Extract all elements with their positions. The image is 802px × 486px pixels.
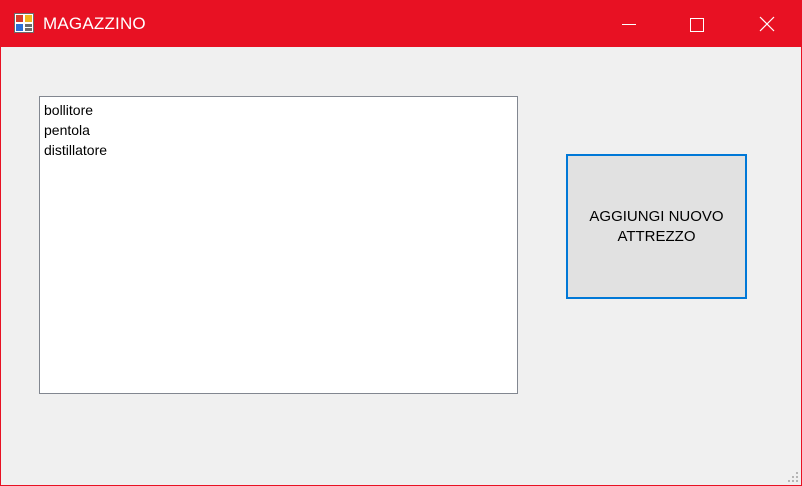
resize-grip-icon[interactable] xyxy=(787,471,799,483)
close-icon xyxy=(759,16,775,32)
add-new-tool-button-label: AGGIUNGI NUOVO ATTREZZO xyxy=(589,207,724,245)
app-window: MAGAZZINO bollitore pentola distillatore… xyxy=(0,0,802,486)
maximize-icon xyxy=(690,18,704,32)
list-item[interactable]: distillatore xyxy=(44,140,513,160)
minimize-icon xyxy=(622,24,636,25)
title-bar[interactable]: MAGAZZINO xyxy=(1,1,801,47)
window-title: MAGAZZINO xyxy=(43,14,146,33)
add-new-tool-button[interactable]: AGGIUNGI NUOVO ATTREZZO xyxy=(566,154,747,299)
items-listbox[interactable]: bollitore pentola distillatore xyxy=(39,96,518,394)
list-item[interactable]: bollitore xyxy=(44,100,513,120)
minimize-button[interactable] xyxy=(605,1,651,47)
close-button[interactable] xyxy=(743,1,789,47)
maximize-button[interactable] xyxy=(673,1,719,47)
list-item[interactable]: pentola xyxy=(44,120,513,140)
app-window-icon[interactable] xyxy=(14,13,34,33)
